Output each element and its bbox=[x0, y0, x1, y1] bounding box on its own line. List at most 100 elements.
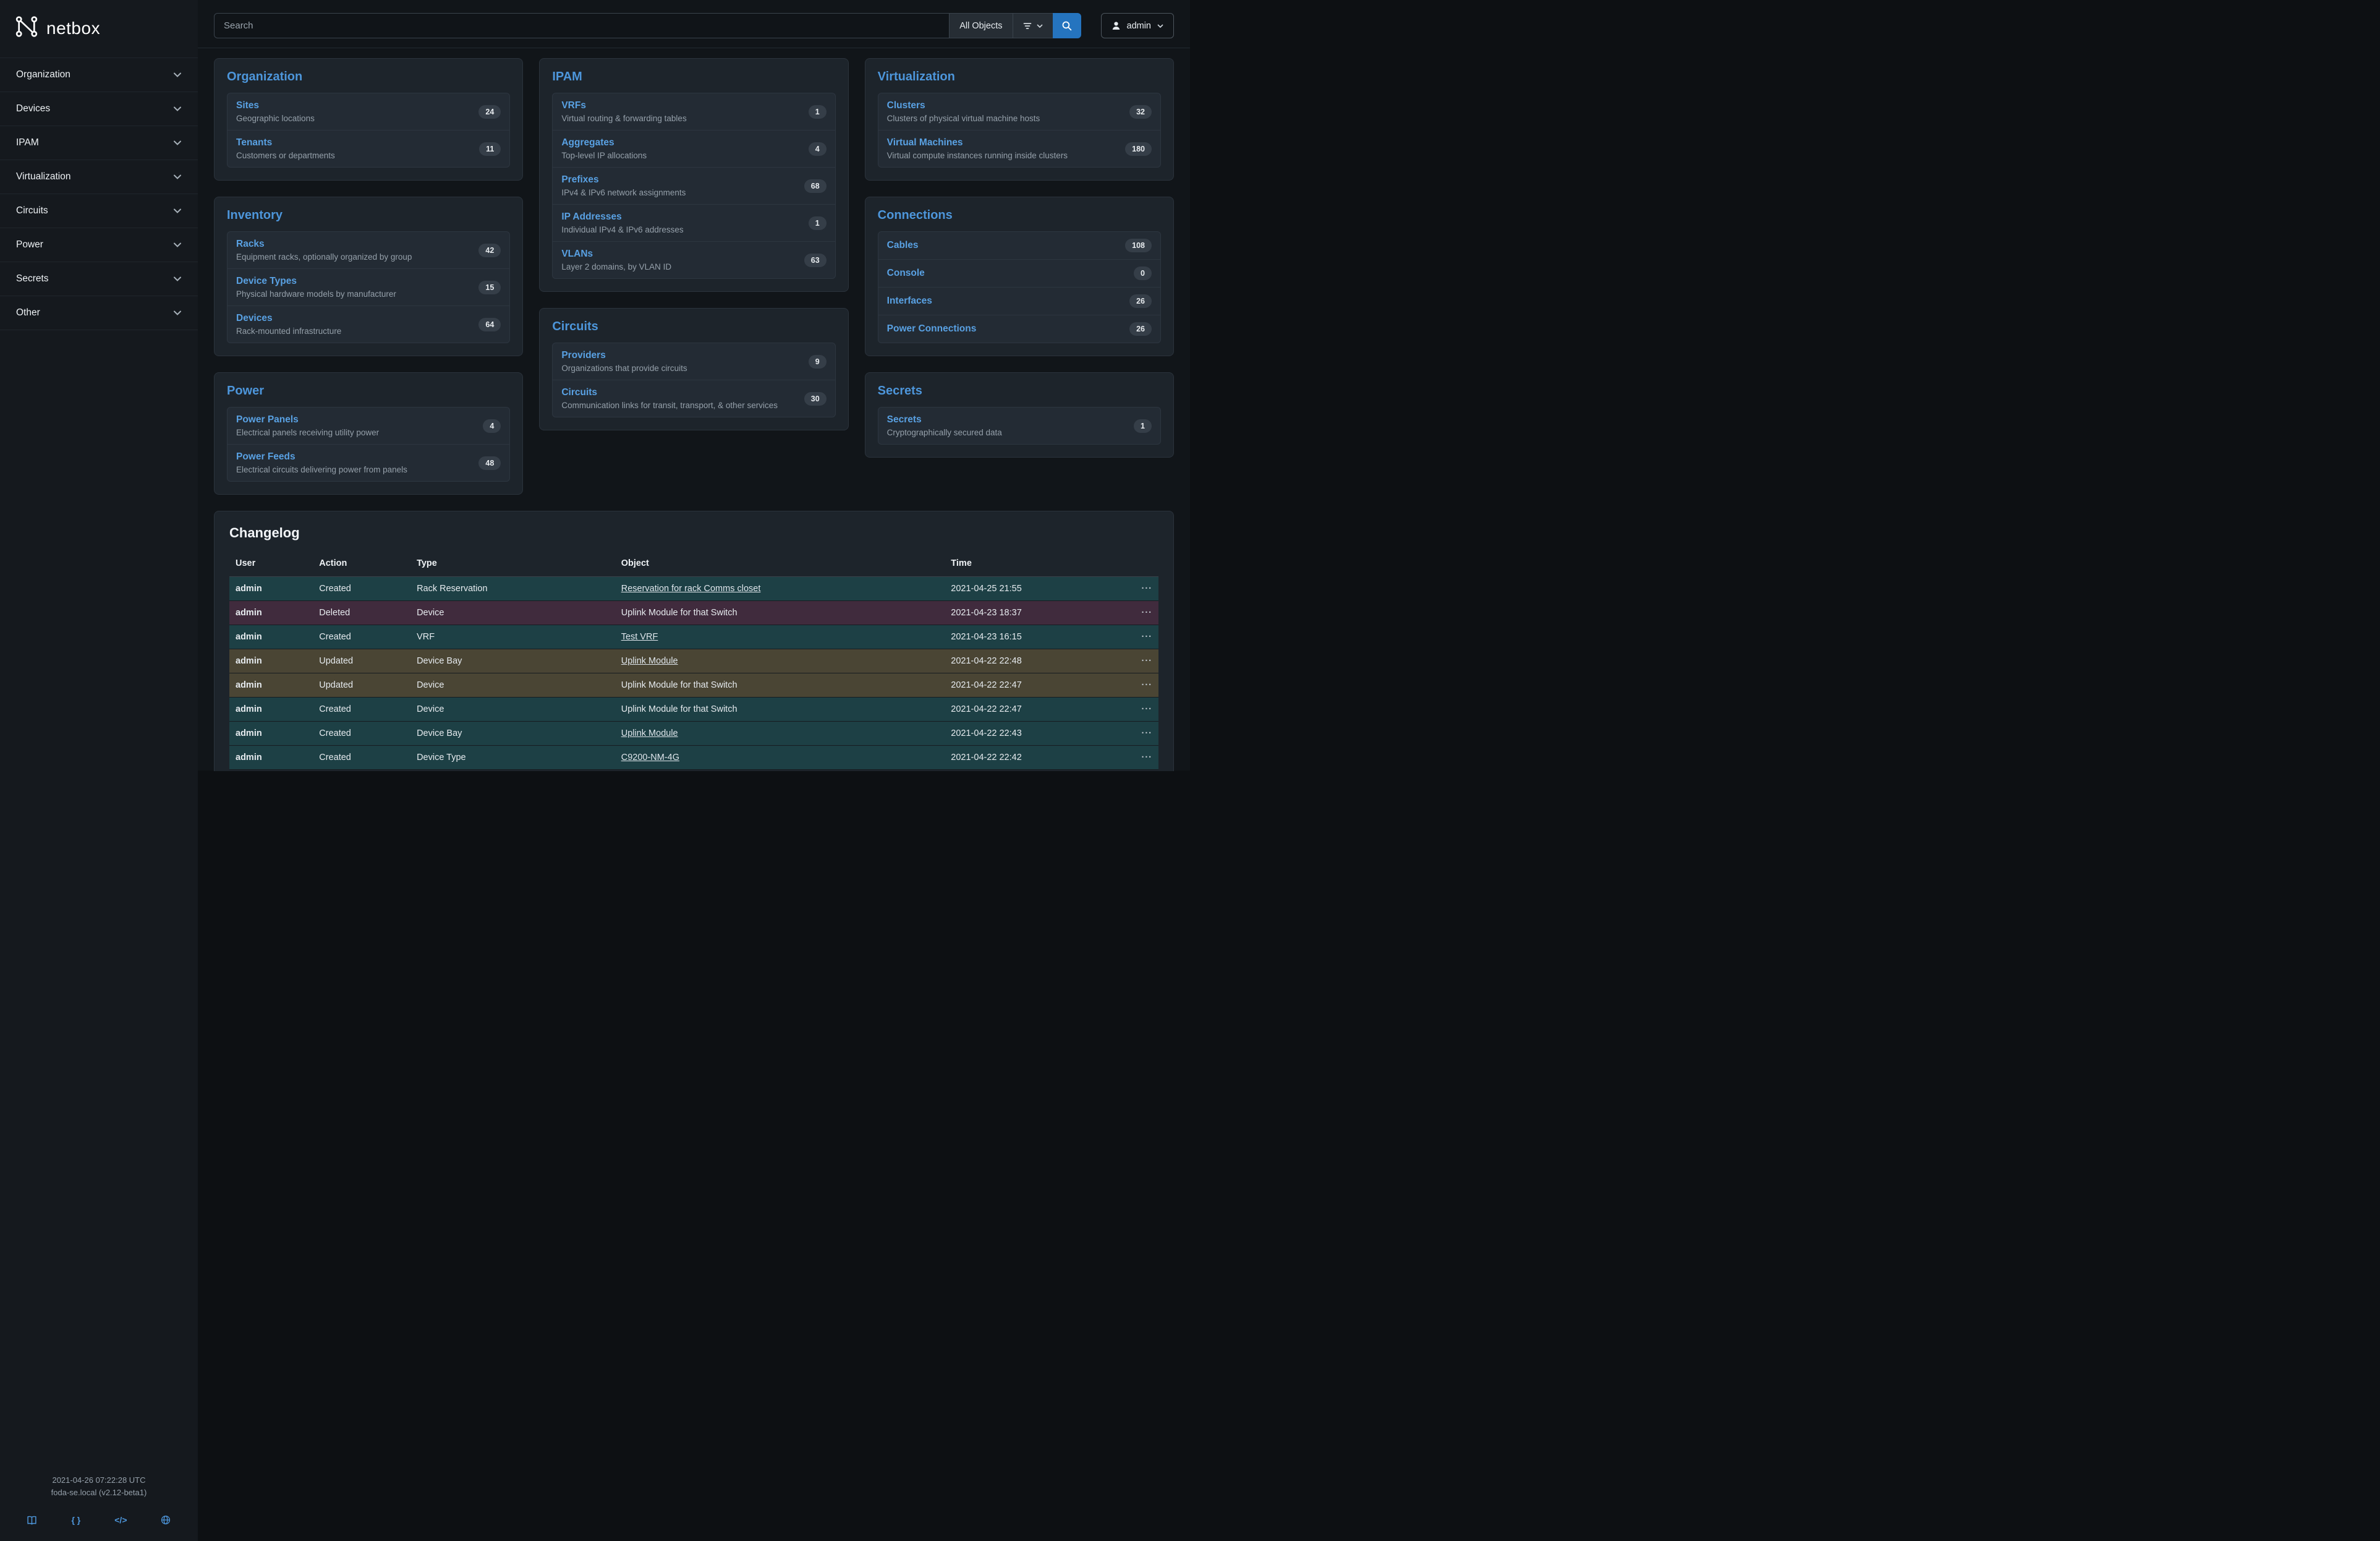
item-link-console[interactable]: Console bbox=[887, 268, 925, 278]
item-link-prefixes[interactable]: Prefixes bbox=[561, 174, 598, 185]
object-type-label: All Objects bbox=[959, 21, 1002, 31]
card-title-power: Power bbox=[227, 384, 510, 398]
cell-user: admin bbox=[229, 649, 313, 673]
sidebar-item-other[interactable]: Other bbox=[0, 296, 198, 330]
dashboard-link-virtual-machines[interactable]: Virtual Machines Virtual compute instance… bbox=[878, 130, 1160, 167]
item-link-racks[interactable]: Racks bbox=[236, 239, 265, 249]
dashboard-link-prefixes[interactable]: PrefixesIPv4 & IPv6 network assignments6… bbox=[553, 167, 835, 204]
item-link-power-feeds[interactable]: Power Feeds bbox=[236, 451, 295, 462]
item-description: Virtual routing & forwarding tables bbox=[561, 114, 686, 123]
dashboard-link-tenants[interactable]: TenantsCustomers or departments11 bbox=[227, 130, 509, 167]
item-link-tenants[interactable]: Tenants bbox=[236, 137, 272, 148]
rest-api-braces-icon[interactable]: { } bbox=[71, 1515, 80, 1525]
item-link-interfaces[interactable]: Interfaces bbox=[887, 296, 932, 306]
item-text: PrefixesIPv4 & IPv6 network assignments bbox=[561, 174, 686, 197]
dashboard-link-power-connections[interactable]: Power Connections26 bbox=[878, 315, 1160, 343]
row-actions-button[interactable]: ··· bbox=[1142, 608, 1153, 618]
cell-user: admin bbox=[229, 698, 313, 722]
item-link-virtual-machines[interactable]: Virtual Machines bbox=[887, 137, 963, 148]
item-link-vrfs[interactable]: VRFs bbox=[561, 100, 586, 111]
row-actions-button[interactable]: ··· bbox=[1142, 656, 1153, 666]
row-actions-button[interactable]: ··· bbox=[1142, 680, 1153, 690]
cell-object: Reservation for rack Comms closet bbox=[615, 577, 945, 601]
sidebar-item-circuits[interactable]: Circuits bbox=[0, 194, 198, 228]
item-link-providers[interactable]: Providers bbox=[561, 350, 606, 361]
dashboard-link-vrfs[interactable]: VRFsVirtual routing & forwarding tables1 bbox=[553, 93, 835, 130]
changelog-object-link[interactable]: Uplink Module bbox=[621, 656, 678, 666]
count-badge: 24 bbox=[478, 105, 501, 119]
source-code-icon[interactable]: </> bbox=[114, 1515, 127, 1525]
item-link-device-types[interactable]: Device Types bbox=[236, 276, 297, 286]
cell-time: 2021-04-25 21:55 bbox=[945, 577, 1121, 601]
item-description: Virtual compute instances running inside… bbox=[887, 151, 1068, 160]
changelog-card: Changelog User Action Type Object Time a… bbox=[214, 511, 1174, 771]
row-actions-button[interactable]: ··· bbox=[1142, 632, 1153, 642]
changelog-object-link[interactable]: Uplink Module bbox=[621, 728, 678, 738]
dashboard-link-racks[interactable]: RacksEquipment racks, optionally organiz… bbox=[227, 232, 509, 268]
item-link-circuits[interactable]: Circuits bbox=[561, 387, 597, 398]
object-type-button[interactable]: All Objects bbox=[949, 13, 1013, 38]
dashboard-link-power-feeds[interactable]: Power FeedsElectrical circuits deliverin… bbox=[227, 444, 509, 481]
dashboard-link-providers[interactable]: Providers Organizations that provide circ… bbox=[553, 343, 835, 380]
col-header-type: Type bbox=[410, 552, 615, 577]
card-title-ipam: IPAM bbox=[552, 70, 835, 84]
item-link-vlans[interactable]: VLANs bbox=[561, 249, 593, 259]
item-link-aggregates[interactable]: Aggregates bbox=[561, 137, 614, 148]
search-input[interactable] bbox=[214, 13, 950, 38]
dashboard-link-cables[interactable]: Cables108 bbox=[878, 232, 1160, 259]
row-actions-button[interactable]: ··· bbox=[1142, 728, 1153, 738]
dashboard-link-devices[interactable]: DevicesRack-mounted infrastructure64 bbox=[227, 305, 509, 343]
item-link-power-panels[interactable]: Power Panels bbox=[236, 414, 299, 425]
dashboard-link-console[interactable]: Console 0 bbox=[878, 259, 1160, 287]
changelog-object-link[interactable]: C9200-NM-4G bbox=[621, 753, 679, 762]
row-actions-button[interactable]: ··· bbox=[1142, 753, 1153, 762]
item-link-clusters[interactable]: Clusters bbox=[887, 100, 925, 111]
item-link-cables[interactable]: Cables bbox=[887, 240, 919, 250]
item-description: Organizations that provide circuits bbox=[561, 364, 687, 373]
item-description: Individual IPv4 & IPv6 addresses bbox=[561, 225, 683, 234]
item-text: Power Connections bbox=[887, 323, 977, 335]
count-badge: 26 bbox=[1129, 294, 1152, 308]
changelog-row: adminCreatedDeviceUplink Module for that… bbox=[229, 698, 1158, 722]
item-link-ip-addresses[interactable]: IP Addresses bbox=[561, 211, 621, 222]
item-link-sites[interactable]: Sites bbox=[236, 100, 259, 111]
user-menu-button[interactable]: admin bbox=[1101, 13, 1175, 38]
dashboard-link-aggregates[interactable]: AggregatesTop-level IP allocations4 bbox=[553, 130, 835, 167]
changelog-object-text: Uplink Module for that Switch bbox=[621, 680, 737, 690]
dashboard-link-ip-addresses[interactable]: IP Addresses Individual IPv4 & IPv6 addre… bbox=[553, 204, 835, 241]
changelog-object-link[interactable]: Test VRF bbox=[621, 632, 658, 642]
item-link-power-connections[interactable]: Power Connections bbox=[887, 323, 977, 334]
dashboard-link-secrets[interactable]: SecretsCryptographically secured data1 bbox=[878, 408, 1160, 444]
dashboard-link-power-panels[interactable]: Power PanelsElectrical panels receiving … bbox=[227, 408, 509, 444]
item-text: VRFs Virtual routing & forwarding tables bbox=[561, 100, 686, 123]
sidebar-item-ipam[interactable]: IPAM bbox=[0, 126, 198, 160]
changelog-object-link[interactable]: Reservation for rack Comms closet bbox=[621, 584, 761, 594]
item-link-devices[interactable]: Devices bbox=[236, 313, 273, 323]
brand-home-link[interactable]: netbox bbox=[0, 0, 198, 58]
cell-actions: ··· bbox=[1121, 722, 1158, 746]
dashboard-link-device-types[interactable]: Device TypesPhysical hardware models by … bbox=[227, 268, 509, 305]
count-badge: 30 bbox=[804, 392, 827, 406]
sidebar-item-secrets[interactable]: Secrets bbox=[0, 262, 198, 296]
sidebar-item-devices[interactable]: Devices bbox=[0, 92, 198, 126]
search-submit-button[interactable] bbox=[1053, 13, 1081, 38]
dashboard-link-circuits[interactable]: CircuitsCommunication links for transit,… bbox=[553, 380, 835, 417]
sidebar-item-organization[interactable]: Organization bbox=[0, 58, 198, 92]
dashboard-column-3: VirtualizationClustersClusters of physic… bbox=[865, 58, 1174, 458]
item-link-secrets[interactable]: Secrets bbox=[887, 414, 922, 425]
dashboard-link-interfaces[interactable]: Interfaces 26 bbox=[878, 287, 1160, 315]
changelog-row: adminDeletedDeviceUplink Module for that… bbox=[229, 601, 1158, 625]
changelog-title: Changelog bbox=[229, 525, 1158, 541]
community-globe-icon[interactable] bbox=[161, 1515, 171, 1525]
sidebar-item-virtualization[interactable]: Virtualization bbox=[0, 160, 198, 194]
dashboard-link-vlans[interactable]: VLANsLayer 2 domains, by VLAN ID63 bbox=[553, 241, 835, 278]
card-virtualization: VirtualizationClustersClusters of physic… bbox=[865, 58, 1174, 181]
sidebar-item-power[interactable]: Power bbox=[0, 228, 198, 262]
count-badge: 0 bbox=[1134, 267, 1152, 280]
dashboard-link-clusters[interactable]: ClustersClusters of physical virtual mac… bbox=[878, 93, 1160, 130]
row-actions-button[interactable]: ··· bbox=[1142, 704, 1153, 714]
row-actions-button[interactable]: ··· bbox=[1142, 584, 1153, 594]
docs-book-icon[interactable] bbox=[27, 1516, 37, 1525]
filter-dropdown-button[interactable] bbox=[1013, 13, 1053, 38]
dashboard-link-sites[interactable]: SitesGeographic locations24 bbox=[227, 93, 509, 130]
